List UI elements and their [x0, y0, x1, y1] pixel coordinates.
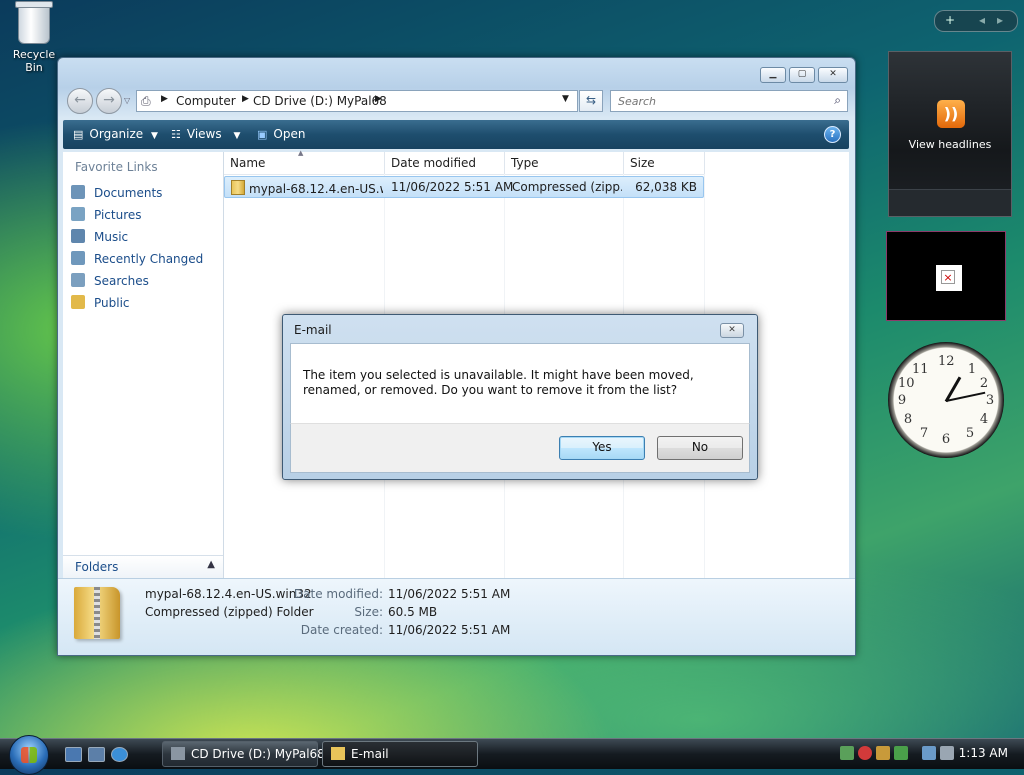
sidebar-gadget-bar[interactable]: + ◂ ▸: [934, 10, 1018, 32]
search-icon[interactable]: ⌕: [834, 93, 841, 108]
public-folder-icon: [71, 295, 85, 309]
show-desktop-icon[interactable]: [65, 747, 82, 762]
search-box[interactable]: ⌕: [610, 90, 848, 112]
chevron-down-icon: ▼: [151, 131, 158, 141]
dialog-close-button[interactable]: ✕: [720, 323, 744, 338]
view-headlines-label[interactable]: View headlines: [889, 138, 1011, 151]
link-recently-changed[interactable]: Recently Changed: [71, 251, 203, 271]
address-dropdown-icon[interactable]: ▼: [562, 94, 569, 104]
recently-changed-icon: [71, 251, 85, 265]
volume-muted-icon[interactable]: [940, 746, 954, 760]
recent-pages-icon[interactable]: ▽: [124, 96, 130, 105]
link-music[interactable]: Music: [71, 229, 128, 249]
details-size: 60.5 MB: [388, 605, 438, 619]
link-pictures[interactable]: Pictures: [71, 207, 142, 227]
chevron-up-icon: ▲: [207, 559, 215, 570]
link-public[interactable]: Public: [71, 295, 130, 315]
taskbar: CD Drive (D:) MyPal68 E-mail 1:13 AM: [0, 735, 1024, 775]
details-date-created: 11/06/2022 5:51 AM: [388, 623, 511, 637]
notification-icon[interactable]: [876, 746, 890, 760]
details-pane: mypal-68.12.4.en-US.win32 Compressed (zi…: [58, 578, 855, 655]
file-name-cell: mypal-68.12.4.en-US.w...: [231, 180, 383, 196]
minimize-button[interactable]: ▁: [760, 67, 786, 83]
command-bar: ▤ Organize ▼ ☷ Views ▼ ▣ Open ?: [63, 120, 849, 149]
open-button[interactable]: ▣ Open: [257, 127, 305, 141]
network-icon[interactable]: [922, 746, 936, 760]
recycle-bin-label: Recycle Bin: [12, 48, 56, 74]
maximize-button[interactable]: ▢: [789, 67, 815, 83]
close-button[interactable]: ✕: [818, 67, 848, 83]
column-date-modified[interactable]: Date modified: [385, 152, 505, 175]
slideshow-gadget[interactable]: ×: [886, 231, 1006, 321]
details-name: mypal-68.12.4.en-US.win32: [145, 587, 312, 601]
file-size-cell: 62,038 KB: [635, 180, 697, 194]
views-icon: ☷: [171, 128, 181, 141]
drive-icon: [171, 747, 185, 760]
yes-button[interactable]: Yes: [559, 436, 645, 460]
forward-button[interactable]: →: [96, 88, 122, 114]
open-icon: ▣: [257, 128, 268, 141]
email-dialog[interactable]: E-mail ✕ The item you selected is unavai…: [282, 314, 758, 480]
trash-icon: [15, 1, 53, 44]
breadcrumb-computer[interactable]: Computer: [176, 94, 236, 108]
file-type-cell: Compressed (zipp...: [512, 180, 622, 194]
safely-remove-icon[interactable]: [894, 746, 908, 760]
zip-folder-icon: [74, 587, 120, 639]
views-button[interactable]: ☷ Views ▼: [171, 127, 246, 141]
column-type[interactable]: Type: [505, 152, 624, 175]
organize-button[interactable]: ▤ Organize ▼: [73, 127, 164, 141]
task-email[interactable]: E-mail: [322, 741, 478, 767]
recycle-bin-icon[interactable]: Recycle Bin: [4, 1, 64, 74]
add-gadget-icon[interactable]: +: [945, 13, 955, 27]
refresh-button[interactable]: ⇆: [579, 90, 603, 112]
dialog-message: The item you selected is unavailable. It…: [303, 368, 694, 397]
breadcrumb-cd-drive[interactable]: CD Drive (D:) MyPal68: [253, 94, 387, 108]
network-status-icon[interactable]: [840, 746, 854, 760]
navigation-pane: Favorite Links Documents Pictures Music …: [63, 152, 224, 578]
searches-icon: [71, 273, 85, 287]
documents-icon: [71, 185, 85, 199]
link-searches[interactable]: Searches: [71, 273, 149, 293]
address-bar[interactable]: ⎙ ▶ Computer ▶ CD Drive (D:) MyPal68 ▶ ▼: [136, 90, 578, 112]
pictures-icon: [71, 207, 85, 221]
task-cd-drive[interactable]: CD Drive (D:) MyPal68: [162, 741, 325, 767]
column-size[interactable]: Size: [624, 152, 705, 175]
search-input[interactable]: [616, 94, 820, 109]
music-icon: [71, 229, 85, 243]
folders-toggle[interactable]: Folders ▲: [63, 555, 223, 579]
security-alert-icon[interactable]: [858, 746, 872, 760]
start-button[interactable]: [9, 735, 49, 775]
feed-headlines-gadget[interactable]: )) View headlines: [888, 51, 1012, 217]
chevron-down-icon: ▼: [233, 131, 241, 141]
clock-gadget[interactable]: 12 1 2 3 4 5 6 7 8 9 10 11: [888, 342, 1004, 458]
file-modified-cell: 11/06/2022 5:51 AM: [391, 180, 514, 194]
zip-folder-icon: [231, 180, 245, 195]
table-row[interactable]: mypal-68.12.4.en-US.w... 11/06/2022 5:51…: [224, 176, 704, 198]
dialog-title: E-mail: [294, 323, 332, 337]
back-button[interactable]: ←: [67, 88, 93, 114]
switch-windows-icon[interactable]: [88, 747, 105, 762]
rss-icon: )): [937, 100, 965, 128]
column-name[interactable]: Name ▲: [224, 149, 385, 175]
details-date-modified: 11/06/2022 5:51 AM: [388, 587, 511, 601]
internet-explorer-icon[interactable]: [111, 747, 128, 762]
favorite-links-heading: Favorite Links: [75, 160, 158, 174]
sort-ascending-icon: ▲: [298, 149, 304, 157]
prev-gadget-icon[interactable]: ◂: [979, 13, 985, 27]
help-button[interactable]: ?: [824, 126, 841, 143]
broken-image-icon: ×: [936, 265, 962, 291]
organize-icon: ▤: [73, 128, 84, 141]
drive-icon: ⎙: [141, 94, 151, 108]
clock-time[interactable]: 1:13 AM: [959, 746, 1008, 760]
zip-folder-icon: [331, 747, 345, 760]
link-documents[interactable]: Documents: [71, 185, 162, 205]
no-button[interactable]: No: [657, 436, 743, 460]
next-gadget-icon[interactable]: ▸: [997, 13, 1003, 27]
